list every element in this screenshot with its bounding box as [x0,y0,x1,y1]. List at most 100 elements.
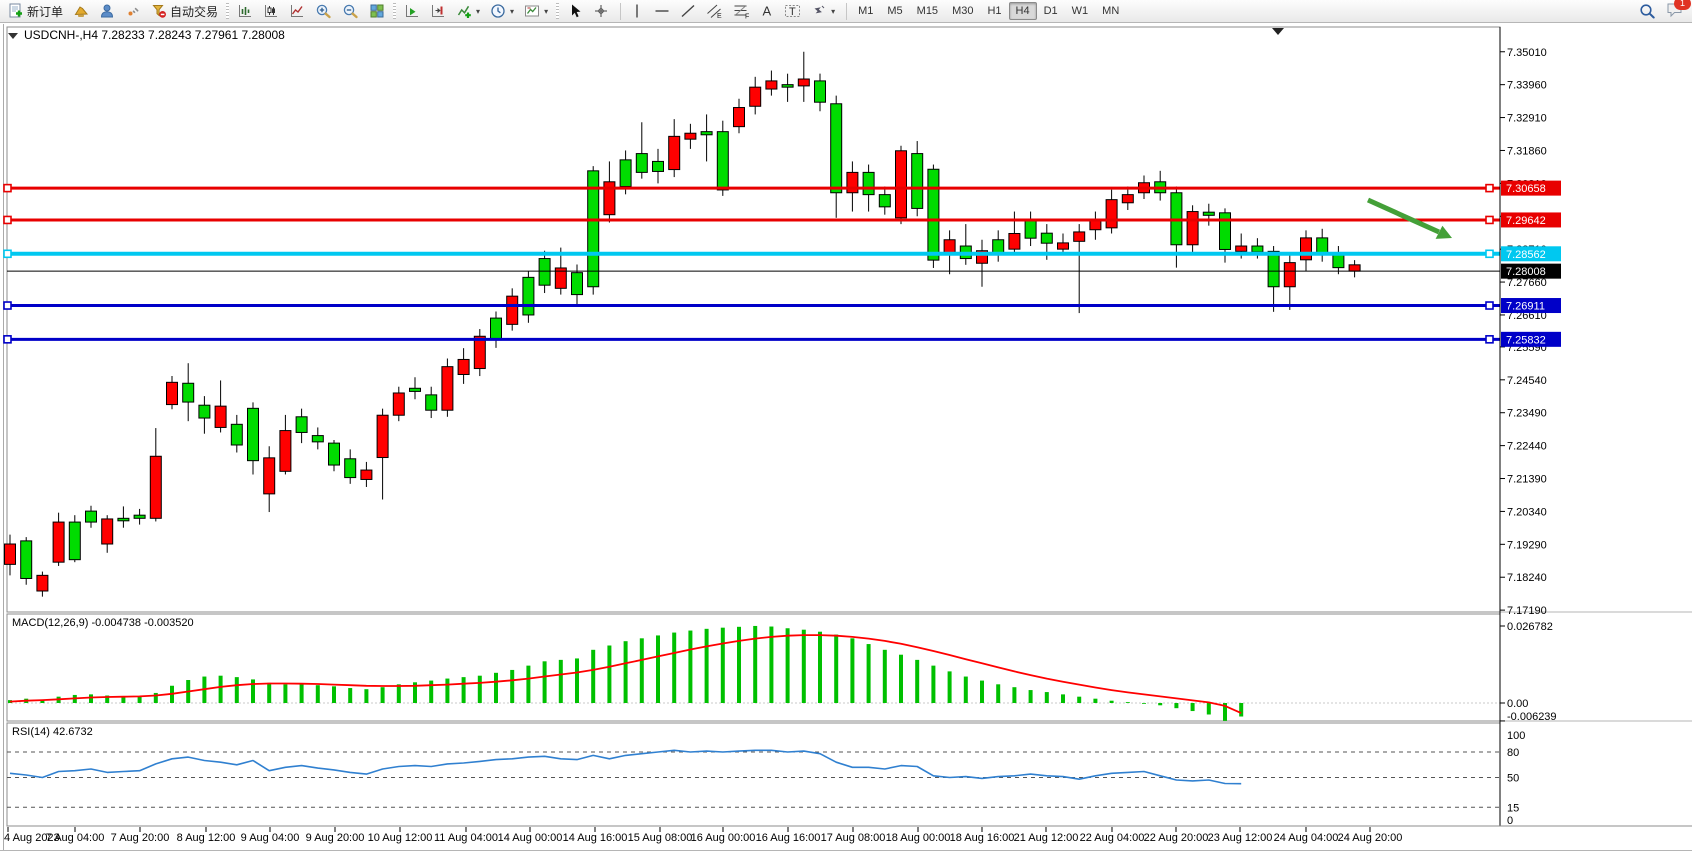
zoom-in-button[interactable] [310,1,337,21]
line-handle[interactable] [4,302,11,309]
timeframe-h4-button[interactable]: H4 [1009,2,1037,20]
line-handle[interactable] [1486,250,1493,257]
line-handle[interactable] [1486,216,1493,223]
macd-histogram-bar [867,644,871,703]
equidistant-channel-icon: E [706,3,723,19]
timeframe-w1-button[interactable]: W1 [1065,2,1096,20]
toolbar-grip [393,3,396,19]
timeframe-m5-button[interactable]: M5 [880,2,909,20]
line-handle[interactable] [4,216,11,223]
candlestick [458,359,469,374]
timeframe-m1-button[interactable]: M1 [851,2,880,20]
horizontal-line-tool-button[interactable] [649,1,675,21]
candlestick [248,408,259,460]
zoom-out-button[interactable] [337,1,364,21]
candlestick [312,436,323,442]
vertical-line-tool-button[interactable] [625,1,649,21]
candlestick [150,456,161,518]
signals-button[interactable] [120,1,146,21]
chart-canvas[interactable]: MACD(12,26,9) -0.004738 -0.003520RSI(14)… [0,0,1692,852]
macd-histogram-bar [964,677,968,703]
price-tag-label: 7.30658 [1506,183,1546,195]
chart-title-text: USDCNH-,H4 7.28233 7.28243 7.27961 7.280… [24,28,285,42]
toolbar-right-group: 1 [1639,1,1684,21]
line-handle[interactable] [4,250,11,257]
candlestick [507,296,518,324]
new-order-button[interactable]: 新订单 [3,1,68,21]
templates-button[interactable]: ▾ [519,1,553,21]
timeframe-mn-button[interactable]: MN [1095,2,1126,20]
text-label-tool-button[interactable]: T [779,1,806,21]
line-handle[interactable] [1486,336,1493,343]
chat-button[interactable]: 1 [1666,1,1684,21]
candlestick [1349,265,1360,271]
main-chart-area[interactable] [7,27,1500,612]
svg-text:T: T [789,6,796,18]
price-tag-label: 7.25832 [1506,334,1546,346]
macd-histogram-bar [397,684,401,703]
community-button[interactable] [94,1,120,21]
indicators-button[interactable]: ▾ [451,1,485,21]
candlestick [1284,263,1295,287]
candlestick [523,277,534,315]
chevron-down-icon: ▾ [476,7,480,16]
macd-histogram-bar [753,626,757,703]
trendline-tool-button[interactable] [675,1,701,21]
timeframe-d1-button[interactable]: D1 [1037,2,1065,20]
candlestick [183,383,194,402]
rsi-area[interactable] [7,723,1500,826]
macd-histogram-bar [1158,703,1162,705]
candlestick [1317,238,1328,253]
macd-histogram-bar [445,679,449,703]
price-tick-label: 7.22440 [1507,441,1547,453]
channel-tool-button[interactable]: E [701,1,728,21]
macd-histogram-bar [559,660,563,703]
candlestick [231,424,242,445]
line-handle[interactable] [1486,185,1493,192]
tile-windows-button[interactable] [364,1,390,21]
bar-chart-button[interactable] [232,1,258,21]
macd-histogram-bar [769,627,773,703]
line-chart-icon [289,3,305,19]
macd-histogram-bar [138,697,142,703]
macd-histogram-bar [640,638,644,703]
market-icon [73,3,89,19]
market-button[interactable] [68,1,94,21]
arrows-tool-button[interactable]: ▾ [806,1,840,21]
time-tick-label: 24 Aug 04:00 [1274,832,1339,844]
time-tick-label: 22 Aug 20:00 [1144,832,1209,844]
macd-histogram-bar [1207,703,1211,715]
text-tool-button[interactable]: A [755,1,779,21]
zoom-in-icon [315,3,332,20]
candlestick [345,459,356,478]
timeframe-m15-button[interactable]: M15 [910,2,945,20]
timeframe-m30-button[interactable]: M30 [945,2,980,20]
macd-histogram-bar [543,661,547,703]
candlestick [21,541,32,579]
candlestick [863,172,874,194]
macd-histogram-bar [607,646,611,704]
algo-trading-button[interactable]: 自动交易 [146,1,223,21]
fibonacci-tool-button[interactable]: F [728,1,755,21]
macd-histogram-bar [1126,702,1130,703]
periods-button[interactable]: ▾ [485,1,519,21]
macd-histogram-bar [915,660,919,703]
candlestick [426,395,437,410]
candlestick [815,81,826,102]
timeframe-h1-button[interactable]: H1 [980,2,1008,20]
search-icon[interactable] [1639,3,1656,20]
line-chart-button[interactable] [284,1,310,21]
line-handle[interactable] [4,336,11,343]
line-handle[interactable] [4,185,11,192]
macd-histogram-bar [510,670,514,703]
candlestick [410,388,421,391]
candlestick [1187,212,1198,245]
svg-text:F: F [745,14,749,20]
crosshair-tool-button[interactable] [588,1,614,21]
auto-scroll-button[interactable] [399,1,425,21]
line-handle[interactable] [1486,302,1493,309]
macd-histogram-bar [834,635,838,703]
chart-shift-button[interactable] [425,1,451,21]
candle-chart-button[interactable] [258,1,284,21]
cursor-tool-button[interactable] [562,1,588,21]
